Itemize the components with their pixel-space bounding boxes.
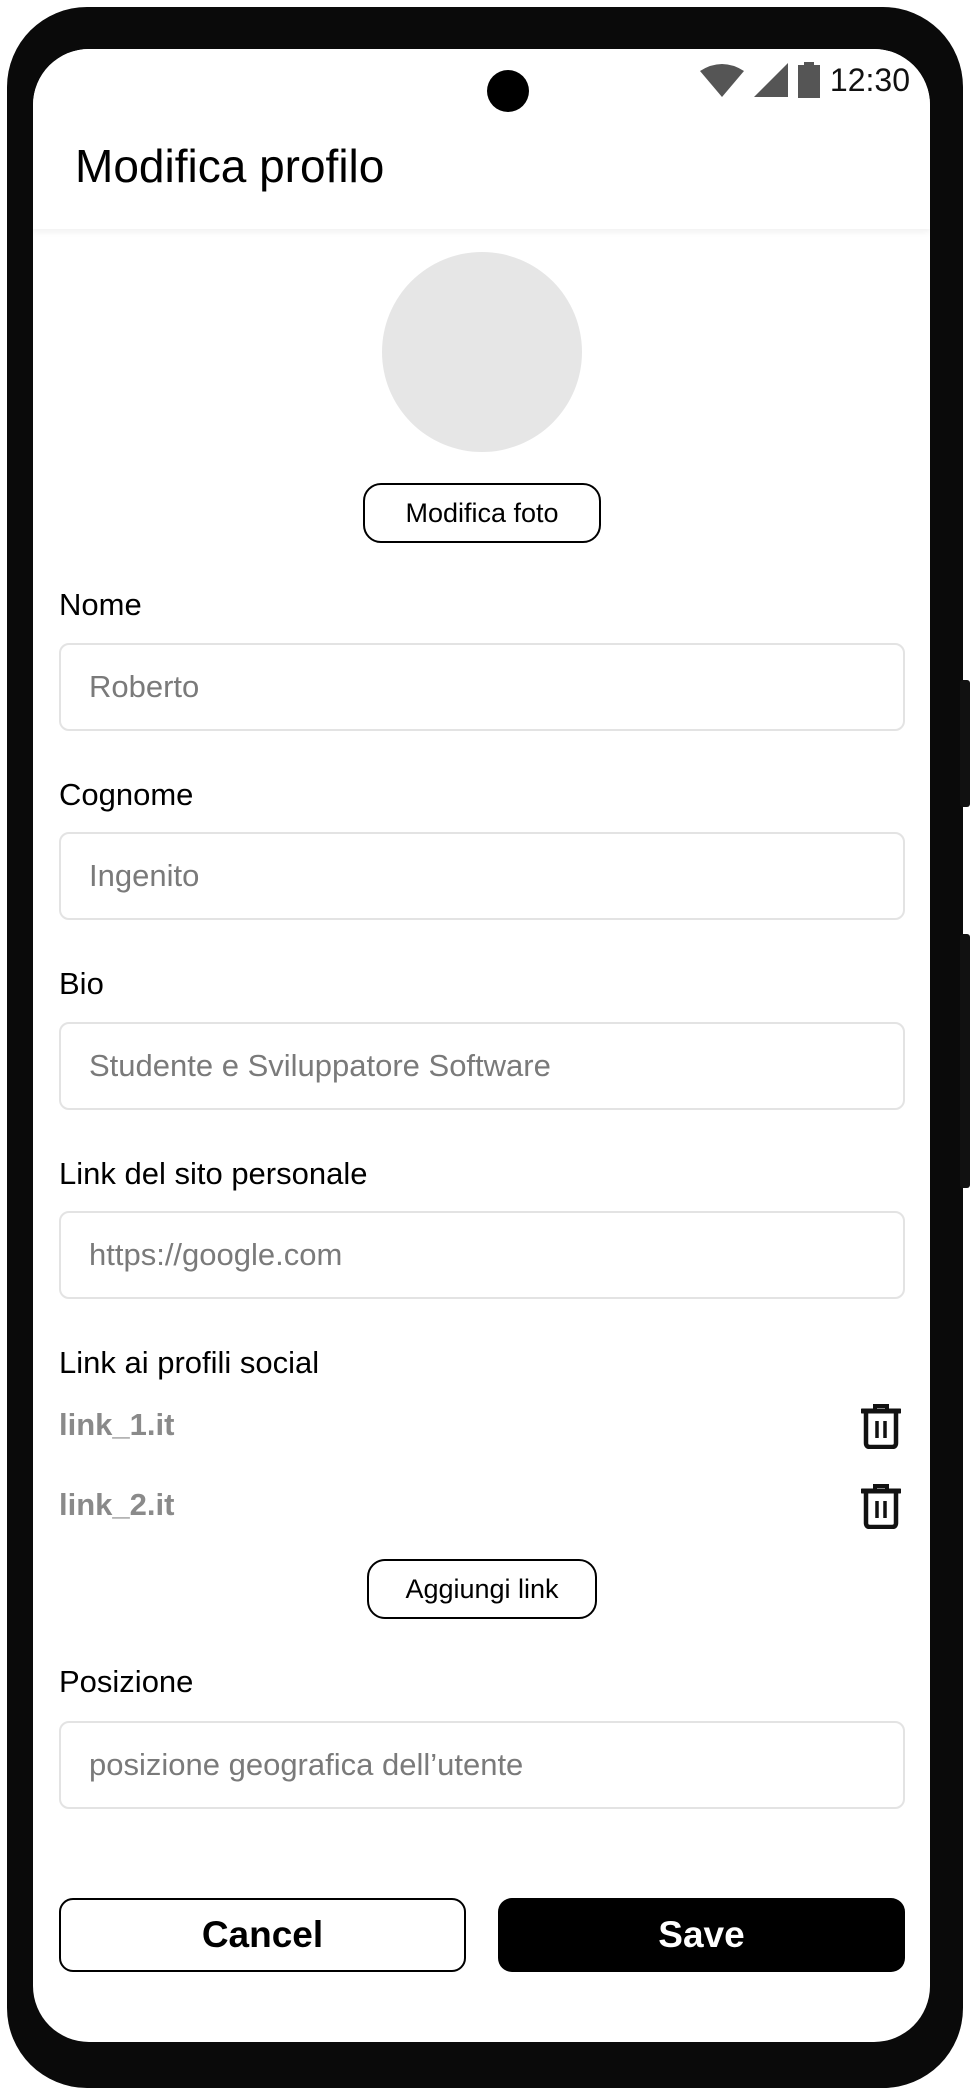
website-input[interactable]: https://google.com bbox=[59, 1211, 905, 1299]
change-photo-button[interactable]: Modifica foto bbox=[363, 483, 601, 543]
volume-button bbox=[960, 934, 970, 1188]
avatar[interactable] bbox=[382, 252, 582, 452]
bio-label: Bio bbox=[59, 966, 104, 1001]
battery-icon bbox=[797, 62, 820, 98]
add-link-button[interactable]: Aggiungi link bbox=[367, 1559, 597, 1619]
website-label: Link del sito personale bbox=[59, 1156, 368, 1191]
page-title: Modifica profilo bbox=[75, 140, 385, 192]
screen: Modifica profilo 12:30 Modifica foto Nom… bbox=[33, 49, 930, 2042]
power-button bbox=[960, 680, 970, 807]
wifi-icon bbox=[699, 64, 744, 97]
cancel-button[interactable]: Cancel bbox=[59, 1898, 466, 1972]
first-name-input[interactable]: Roberto bbox=[59, 643, 905, 731]
social-link-item[interactable]: link_2.it bbox=[59, 1487, 174, 1523]
first-name-label: Nome bbox=[59, 587, 142, 622]
status-time: 12:30 bbox=[829, 61, 910, 98]
position-label: Posizione bbox=[59, 1664, 194, 1699]
position-input[interactable]: posizione geografica dell’utente bbox=[59, 1721, 905, 1809]
last-name-label: Cognome bbox=[59, 777, 194, 812]
trash-icon[interactable] bbox=[861, 1403, 901, 1449]
status-bar: 12:30 bbox=[699, 57, 910, 103]
camera-cutout bbox=[487, 70, 529, 112]
last-name-input[interactable]: Ingenito bbox=[59, 832, 905, 920]
social-link-item[interactable]: link_1.it bbox=[59, 1407, 174, 1443]
trash-icon[interactable] bbox=[861, 1483, 901, 1529]
bio-input[interactable]: Studente e Sviluppatore Software bbox=[59, 1022, 905, 1110]
save-button[interactable]: Save bbox=[498, 1898, 905, 1972]
signal-icon bbox=[753, 63, 788, 97]
social-links-label: Link ai profili social bbox=[59, 1345, 320, 1380]
